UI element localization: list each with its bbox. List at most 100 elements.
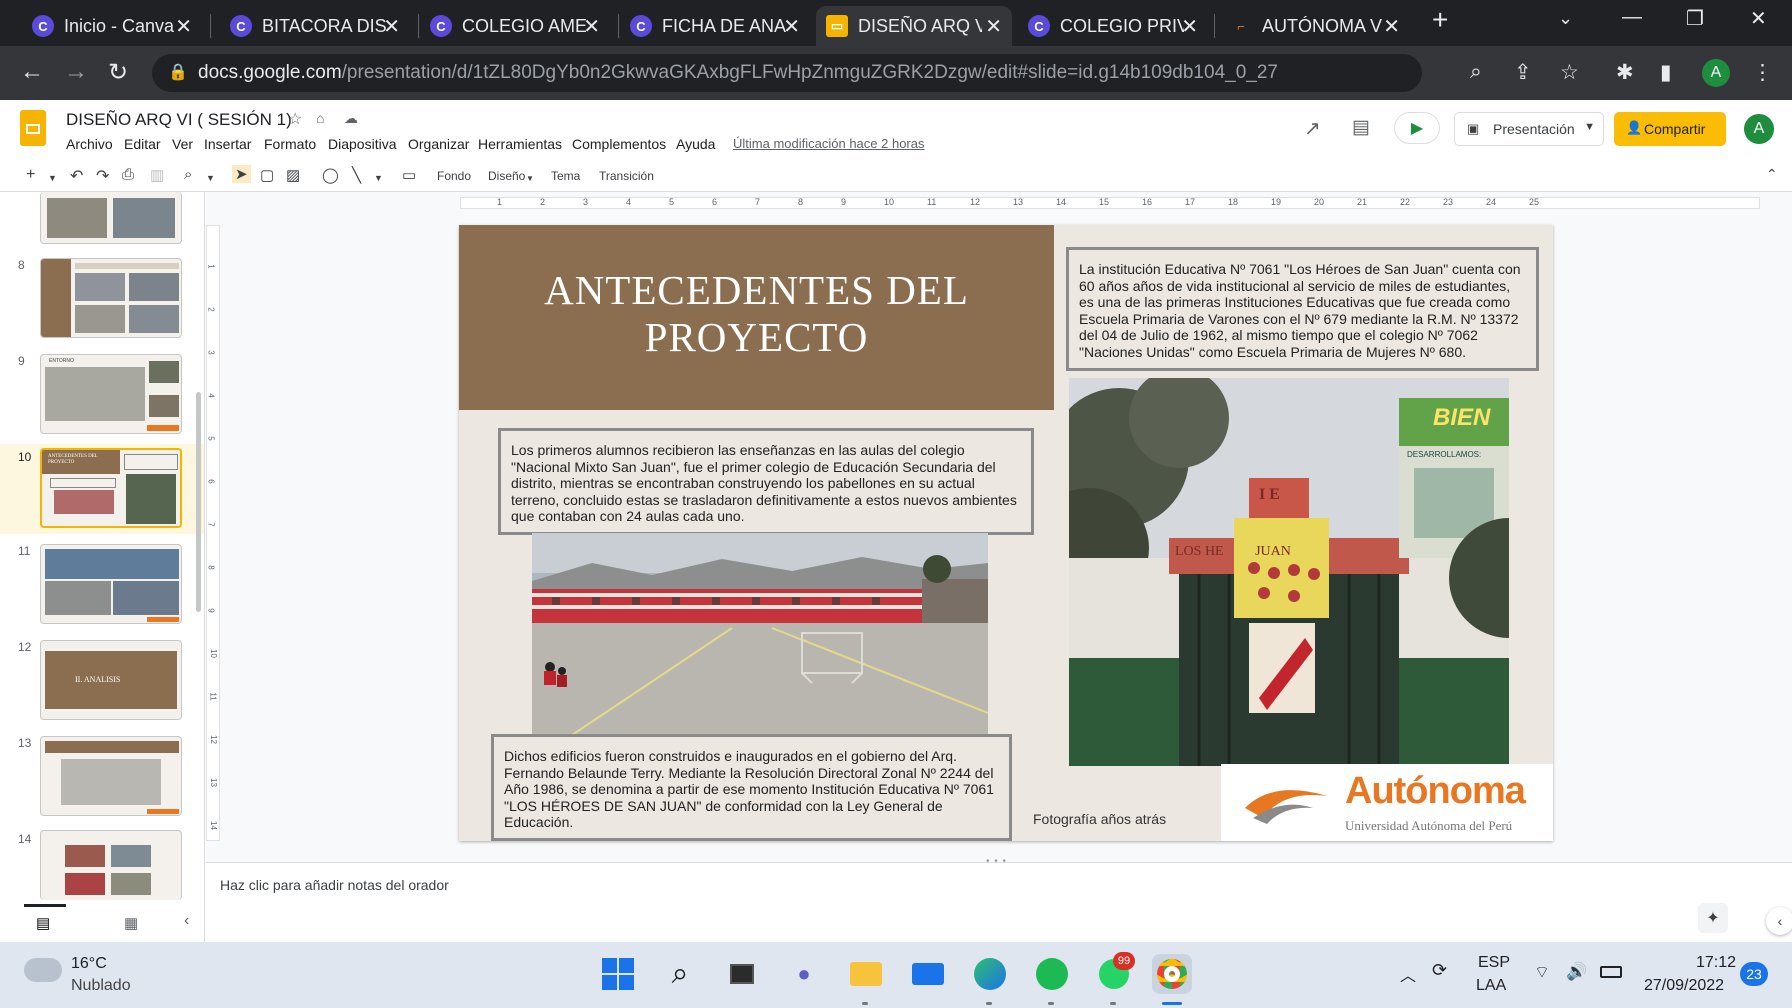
chevron-down-icon[interactable]: ▼ xyxy=(1584,121,1595,133)
slide-thumbnail-14[interactable] xyxy=(40,830,182,900)
close-icon[interactable]: ✕ xyxy=(985,14,1002,39)
menu-complementos[interactable]: Complementos xyxy=(572,136,666,152)
forward-icon[interactable]: → xyxy=(64,58,88,86)
slide-title[interactable]: ANTECEDENTES DEL PROYECTO xyxy=(459,267,1054,361)
background-button[interactable]: Fondo xyxy=(437,169,471,183)
undo-icon[interactable]: ↶ xyxy=(70,166,83,186)
file-explorer-icon[interactable] xyxy=(846,954,886,994)
edge-icon[interactable] xyxy=(970,954,1010,994)
menu-editar[interactable]: Editar xyxy=(124,136,161,152)
menu-archivo[interactable]: Archivo xyxy=(66,136,113,152)
image-icon[interactable]: ▨ xyxy=(286,166,300,184)
close-icon[interactable]: ✕ xyxy=(1181,14,1198,39)
activity-trend-icon[interactable]: ↗ xyxy=(1304,116,1321,141)
meet-icon[interactable]: ▶ xyxy=(1394,112,1440,144)
tab-ficha[interactable]: C FICHA DE ANA ✕ xyxy=(620,6,810,46)
weather-desc[interactable]: Nublado xyxy=(71,977,131,995)
weather-temp[interactable]: 16°C xyxy=(71,955,107,973)
slide-thumbnail-9[interactable]: ENTORNO xyxy=(40,354,182,434)
clock-date[interactable]: 27/09/2022 xyxy=(1644,977,1724,995)
task-view-icon[interactable] xyxy=(722,954,762,994)
reload-icon[interactable]: ↻ xyxy=(108,58,128,87)
windows-start-icon[interactable] xyxy=(598,954,638,994)
tab-colegio-amei[interactable]: C COLEGIO AMEI ✕ xyxy=(420,6,610,46)
tab-inicio-canva[interactable]: C Inicio - Canva ✕ xyxy=(22,6,202,46)
title-box[interactable]: ANTECEDENTES DEL PROYECTO xyxy=(459,225,1054,410)
wifi-icon[interactable]: ⌔ xyxy=(1534,962,1550,983)
kebab-menu-icon[interactable]: ⋮ xyxy=(1752,60,1773,85)
layout-button[interactable]: Diseño xyxy=(488,169,525,183)
new-slide-icon[interactable]: + xyxy=(26,166,35,184)
chevron-down-icon[interactable]: ▼ xyxy=(526,174,534,183)
cloud-weather-icon[interactable] xyxy=(24,958,62,982)
battery-icon[interactable] xyxy=(1600,966,1622,978)
comments-icon[interactable]: ▤ xyxy=(1352,116,1370,139)
theme-button[interactable]: Tema xyxy=(551,169,580,183)
slide-thumbnail-12[interactable]: II. ANALISIS xyxy=(40,640,182,720)
zoom-icon[interactable]: ⌕ xyxy=(184,166,192,183)
filmstrip-scrollbar[interactable] xyxy=(196,392,201,612)
autonoma-logo[interactable]: Autónoma Universidad Autónoma del Perú xyxy=(1221,764,1553,841)
transition-button[interactable]: Transición xyxy=(599,169,654,183)
close-icon[interactable]: ✕ xyxy=(783,14,800,39)
move-folder-icon[interactable]: ⌂ xyxy=(316,110,324,126)
restore-icon[interactable]: ❐ xyxy=(1686,6,1704,31)
url-input[interactable]: 🔒 docs.google.com/presentation/d/1tZL80D… xyxy=(152,54,1422,92)
minimize-icon[interactable]: — xyxy=(1622,6,1642,29)
chevron-down-icon[interactable]: ▼ xyxy=(374,173,383,183)
chevron-down-icon[interactable]: ⌄ xyxy=(1558,8,1573,29)
mail-icon[interactable] xyxy=(908,954,948,994)
menu-organizar[interactable]: Organizar xyxy=(408,136,469,152)
user-avatar[interactable]: A xyxy=(1744,114,1774,144)
search-icon[interactable]: ⌕ xyxy=(660,954,700,994)
menu-formato[interactable]: Formato xyxy=(264,136,316,152)
sync-icon[interactable]: ⟳ xyxy=(1432,960,1447,981)
lang-top[interactable]: ESP xyxy=(1478,954,1510,972)
menu-ayuda[interactable]: Ayuda xyxy=(676,136,715,152)
collapse-toolbar-icon[interactable]: ⌃ xyxy=(1766,166,1778,183)
explore-icon[interactable]: ✦ xyxy=(1698,903,1728,933)
redo-icon[interactable]: ↷ xyxy=(96,166,109,186)
tab-bitacora[interactable]: C BITACORA DISE ✕ xyxy=(220,6,410,46)
notes-placeholder[interactable]: Haz clic para añadir notas del orador xyxy=(220,877,449,893)
tab-colegio-priv[interactable]: C COLEGIO PRIV ✕ xyxy=(1018,6,1208,46)
tray-chevron-up-icon[interactable]: ︿ xyxy=(1400,962,1416,986)
menu-herramientas[interactable]: Herramientas xyxy=(478,136,562,152)
shape-icon[interactable]: ◯ xyxy=(322,166,339,184)
side-panel-toggle-icon[interactable]: ‹ xyxy=(1766,907,1792,935)
photo-caption[interactable]: Fotografía años atrás xyxy=(1033,811,1166,827)
notification-badge[interactable]: 23 xyxy=(1740,962,1768,986)
school-gate-photo[interactable]: I E LOS HE JUAN BIEN DESARROLLAMOS: xyxy=(1069,378,1509,766)
slides-logo-icon[interactable] xyxy=(20,110,46,146)
clock-time[interactable]: 17:12 xyxy=(1696,954,1736,972)
paint-format-icon[interactable]: ▥ xyxy=(150,166,164,184)
slide-thumbnail-8[interactable] xyxy=(40,258,182,338)
close-icon[interactable]: ✕ xyxy=(583,14,600,39)
back-icon[interactable]: ← xyxy=(20,58,44,86)
menu-diapositiva[interactable]: Diapositiva xyxy=(328,136,396,152)
chrome-icon[interactable] xyxy=(1152,954,1192,994)
spotify-icon[interactable] xyxy=(1032,954,1072,994)
slide-thumbnail-13[interactable] xyxy=(40,736,182,816)
text-box-icon[interactable]: ▢ xyxy=(260,166,274,184)
new-tab-icon[interactable]: + xyxy=(1432,4,1448,36)
tab-diseno-arq[interactable]: ▭ DISEÑO ARQ V ✕ xyxy=(816,6,1012,46)
sidepanel-icon[interactable]: ▮ xyxy=(1660,60,1672,85)
courtyard-photo[interactable] xyxy=(532,533,988,735)
speaker-notes[interactable]: Haz clic para añadir notas del orador ✦ … xyxy=(206,862,1792,942)
tab-autonoma[interactable]: ⌐ AUTÓNOMA V ✕ xyxy=(1220,6,1410,46)
teams-chat-icon[interactable]: ● xyxy=(784,954,824,994)
slide-thumbnail-11[interactable] xyxy=(40,544,182,624)
share-button[interactable]: 👤 Compartir xyxy=(1614,112,1726,146)
print-icon[interactable]: ⎙ xyxy=(122,166,134,183)
chevron-down-icon[interactable]: ▼ xyxy=(48,173,57,183)
grid-view-icon[interactable]: ▦ xyxy=(124,914,138,932)
line-icon[interactable]: ╲ xyxy=(352,166,361,184)
close-icon[interactable]: ✕ xyxy=(175,14,192,39)
zoom-icon[interactable]: ⌕ xyxy=(1470,60,1482,84)
bookmark-star-icon[interactable]: ☆ xyxy=(1560,60,1579,85)
filmstrip-view-icon[interactable]: ▤ xyxy=(36,914,50,932)
close-window-icon[interactable]: ✕ xyxy=(1750,6,1767,31)
lang-bottom[interactable]: LAA xyxy=(1476,977,1506,995)
chevron-down-icon[interactable]: ▼ xyxy=(206,173,215,183)
